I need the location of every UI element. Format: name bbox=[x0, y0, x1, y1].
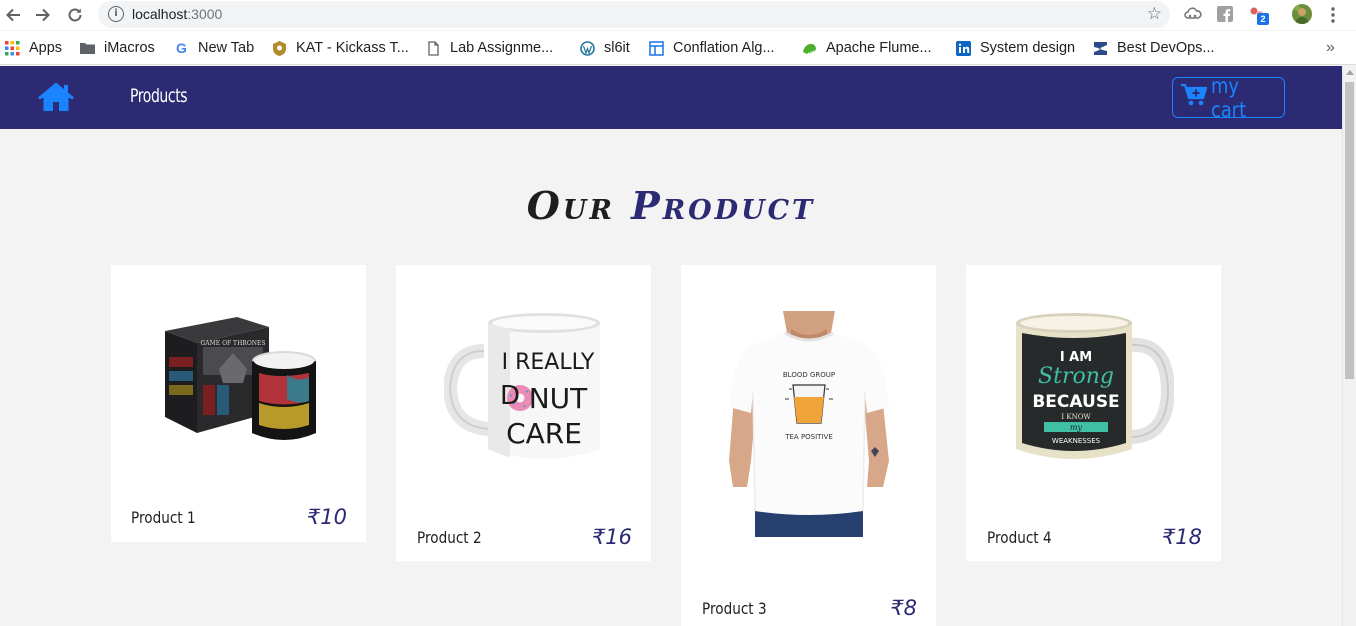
bookmark-label: Apache Flume... bbox=[826, 40, 932, 56]
mug-text-care: CARE bbox=[506, 417, 582, 450]
tshirt-text-bottom: TEA POSITIVE bbox=[784, 433, 833, 441]
url-text: localhost:3000 bbox=[132, 6, 222, 22]
wordpress-icon bbox=[580, 40, 595, 56]
mug-text-i-know: I KNOW bbox=[1061, 413, 1091, 421]
product-image-strong-mug: I AM Strong BECAUSE I KNOW my WEAKNESSES bbox=[1014, 313, 1176, 467]
bookmark-imacros[interactable]: iMacros bbox=[80, 38, 155, 58]
product-image-donut-mug: I REALLY NUT CARE bbox=[442, 311, 604, 467]
heading-word-our: Our bbox=[526, 183, 615, 228]
flume-icon bbox=[802, 41, 817, 56]
extension-badge-count: 2 bbox=[1257, 13, 1269, 25]
bookmark-label: KAT - Kickass T... bbox=[296, 40, 409, 56]
bookmark-label: System design bbox=[980, 40, 1076, 56]
bookmarks-bar: Apps iMacros G New Tab KAT - Kickass T..… bbox=[0, 31, 1356, 65]
info-icon[interactable]: i bbox=[108, 6, 124, 22]
forward-arrow-icon[interactable] bbox=[32, 4, 54, 26]
url-host: localhost bbox=[132, 6, 188, 22]
folder-icon bbox=[80, 41, 95, 56]
more-menu-icon[interactable] bbox=[1326, 6, 1340, 24]
mug-text-d: D bbox=[500, 381, 521, 411]
bookmark-label: iMacros bbox=[104, 40, 155, 56]
bookmark-conflation[interactable]: Conflation Alg... bbox=[649, 38, 775, 58]
bookmark-apps[interactable]: Apps bbox=[5, 38, 62, 58]
product-name: Product 4 bbox=[987, 528, 1052, 547]
profile-avatar[interactable] bbox=[1292, 4, 1312, 24]
product-price: ₹10 bbox=[306, 505, 347, 529]
reload-icon[interactable] bbox=[64, 4, 86, 26]
product-card-1[interactable]: GAME OF THRONES Product 1 ₹10 bbox=[111, 265, 366, 542]
bookmark-sl6it[interactable]: sl6it bbox=[580, 38, 630, 58]
linkedin-icon bbox=[956, 40, 971, 56]
product-name: Product 3 bbox=[702, 599, 767, 618]
bookmark-label: Apps bbox=[29, 40, 63, 56]
tshirt-text-top: BLOOD GROUP bbox=[783, 371, 835, 379]
bookmark-label: New Tab bbox=[198, 40, 255, 56]
bookmark-system-design[interactable]: System design bbox=[956, 38, 1075, 58]
google-icon: G bbox=[176, 39, 187, 56]
browser-toolbar: i localhost:3000 ☆ 2 bbox=[0, 0, 1356, 30]
product-card-2[interactable]: I REALLY NUT CARE Product 2 ₹16 bbox=[396, 265, 651, 561]
my-cart-button[interactable]: my cart bbox=[1172, 74, 1285, 122]
product-name: Product 1 bbox=[131, 508, 196, 527]
mug-text-my: my bbox=[1070, 423, 1083, 432]
bookmark-apache-flume[interactable]: Apache Flume... bbox=[802, 38, 932, 58]
box-title-text: GAME OF THRONES bbox=[201, 340, 266, 347]
app-navbar: Products my cart bbox=[0, 66, 1342, 129]
page-icon bbox=[426, 40, 441, 56]
bookmark-kat[interactable]: KAT - Kickass T... bbox=[272, 38, 409, 58]
apps-grid-icon bbox=[5, 40, 20, 56]
product-card-4[interactable]: I AM Strong BECAUSE I KNOW my WEAKNESSES… bbox=[966, 265, 1221, 561]
bookmark-label: sl6it bbox=[604, 40, 630, 56]
product-name: Product 2 bbox=[417, 528, 482, 547]
layout-icon bbox=[649, 40, 664, 56]
nav-products-link[interactable]: Products bbox=[130, 85, 188, 107]
scroll-thumb[interactable] bbox=[1345, 82, 1354, 379]
product-price: ₹18 bbox=[1161, 525, 1202, 549]
facebook-extension-icon[interactable] bbox=[1216, 5, 1234, 23]
heading-word-product: Product bbox=[631, 183, 816, 228]
cart-icon bbox=[1181, 83, 1208, 112]
bookmark-label: Conflation Alg... bbox=[673, 40, 775, 56]
cart-label: my cart bbox=[1211, 73, 1247, 122]
mug-text-nut: NUT bbox=[529, 382, 588, 415]
page-heading: Our Product bbox=[0, 183, 1342, 228]
mug-text-strong: Strong bbox=[1038, 364, 1114, 389]
bookmark-label: Best DevOps... bbox=[1117, 40, 1215, 56]
mug-text-because: BECAUSE bbox=[1032, 392, 1119, 412]
mug-text-i-am: I AM bbox=[1060, 350, 1092, 365]
bookmark-lab-assignment[interactable]: Lab Assignme... bbox=[426, 38, 553, 58]
scroll-up-arrow-icon[interactable] bbox=[1346, 70, 1354, 75]
address-bar[interactable]: i localhost:3000 ☆ bbox=[98, 1, 1170, 28]
bookmark-best-devops[interactable]: Best DevOps... bbox=[1093, 38, 1215, 58]
kat-icon bbox=[272, 40, 287, 56]
more-bookmarks-icon[interactable]: » bbox=[1326, 38, 1335, 58]
page-scrollbar[interactable] bbox=[1342, 66, 1356, 626]
home-icon[interactable] bbox=[38, 82, 74, 112]
product-image-got-mug: GAME OF THRONES bbox=[159, 313, 319, 449]
mug-text-line1: I REALLY bbox=[502, 350, 595, 375]
extension-badge-icon[interactable]: 2 bbox=[1248, 5, 1269, 25]
product-price: ₹8 bbox=[890, 596, 917, 620]
bookmark-star-icon[interactable]: ☆ bbox=[1147, 4, 1162, 24]
bookmark-new-tab[interactable]: G New Tab bbox=[174, 38, 254, 58]
product-image-tea-tshirt: BLOOD GROUP TEA POSITIVE bbox=[727, 311, 891, 537]
back-arrow-icon[interactable] bbox=[2, 4, 24, 26]
devops-icon bbox=[1093, 41, 1108, 56]
product-card-3[interactable]: BLOOD GROUP TEA POSITIVE Product 3 ₹8 bbox=[681, 265, 936, 626]
cloud-extension-icon[interactable] bbox=[1184, 5, 1202, 23]
product-price: ₹16 bbox=[591, 525, 632, 549]
mug-text-weaknesses: WEAKNESSES bbox=[1052, 437, 1101, 445]
bookmark-label: Lab Assignme... bbox=[450, 40, 554, 56]
url-port: :3000 bbox=[187, 6, 223, 22]
